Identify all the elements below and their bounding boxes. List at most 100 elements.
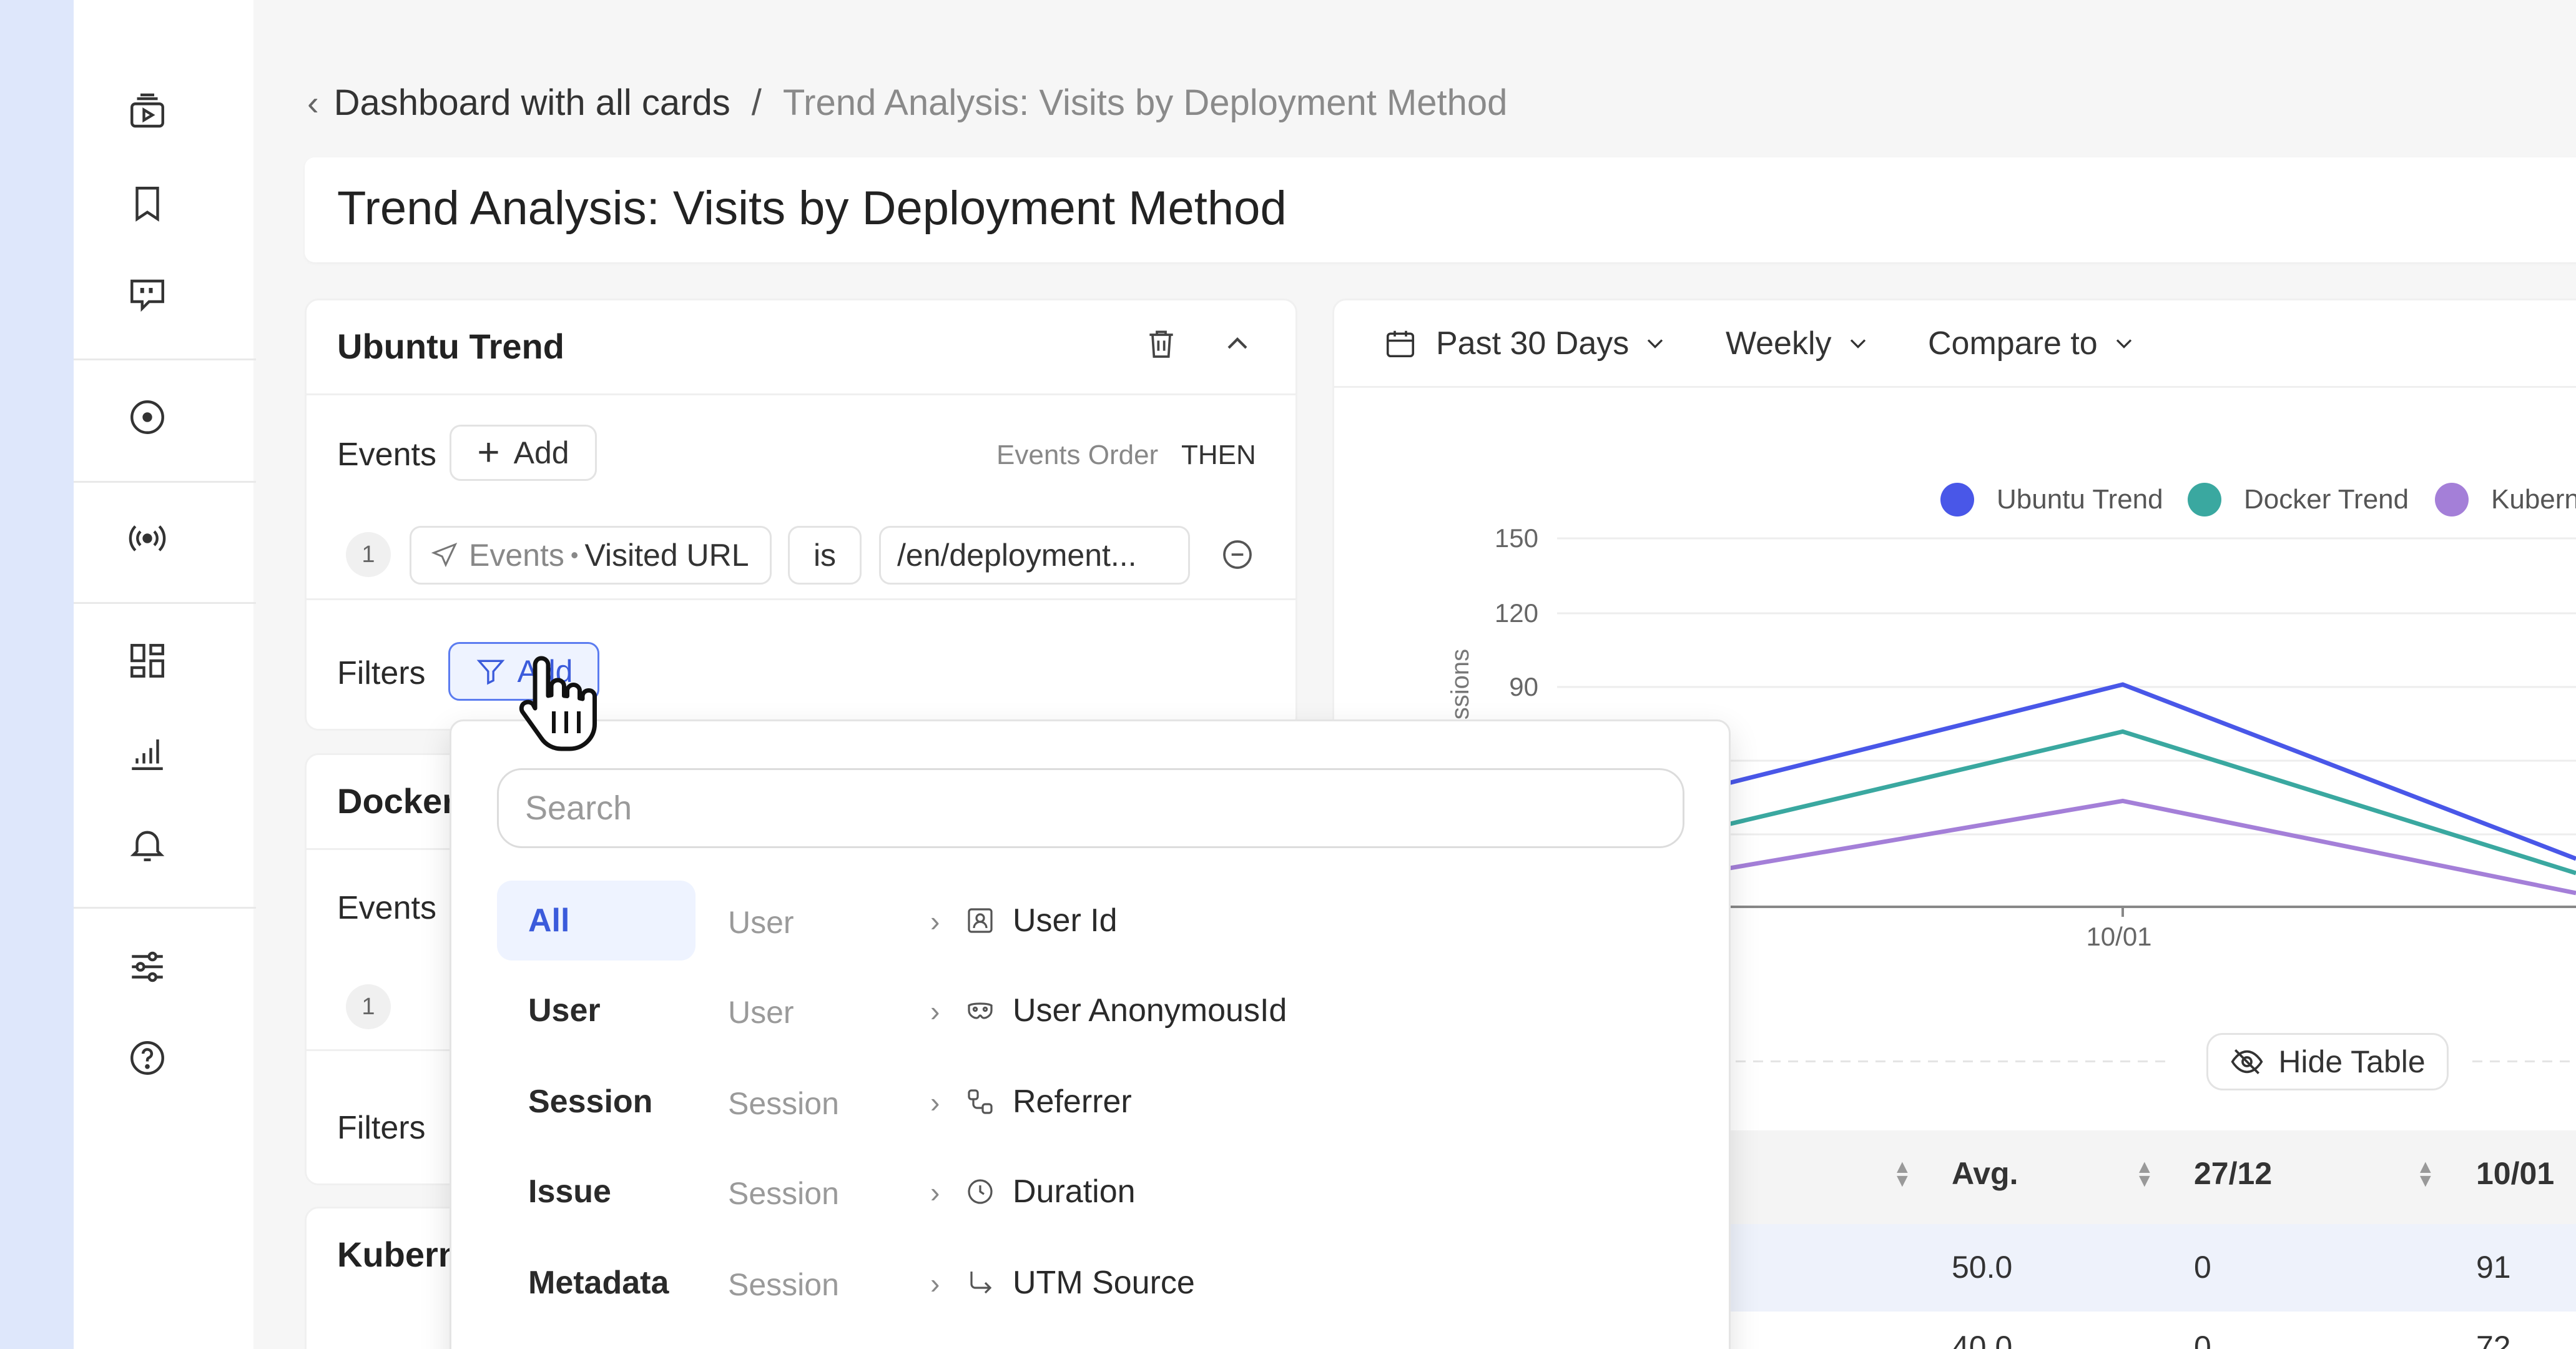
property-item-referrer[interactable]: Referrer — [965, 1083, 1132, 1120]
bell-icon[interactable] — [122, 819, 172, 869]
table-header-cell[interactable]: Avg. — [1952, 1155, 2018, 1192]
chevron-down-icon — [2116, 339, 2131, 348]
property-item-user-anonymousid[interactable]: User AnonymousId — [965, 992, 1287, 1029]
property-group-label: User — [728, 905, 794, 940]
event-index-badge: 1 — [346, 532, 391, 577]
series-card-title[interactable]: Ubuntu Trend — [337, 326, 564, 367]
property-group-label: Session — [728, 1086, 839, 1121]
search-input[interactable] — [497, 768, 1684, 848]
legend-swatch — [2188, 483, 2221, 516]
series-card-title[interactable]: Docker — [337, 781, 456, 821]
referrer-icon — [968, 1089, 993, 1114]
breadcrumb-separator: / — [751, 82, 762, 123]
series-card-title[interactable]: Kubern — [337, 1234, 460, 1275]
x-tick-label: 10/01 — [2086, 922, 2151, 951]
category-all[interactable]: All — [497, 881, 696, 961]
chevron-up-icon[interactable] — [1220, 326, 1260, 366]
category-user[interactable]: User — [497, 971, 696, 1050]
chart-toolbar-divider — [1334, 386, 2576, 388]
table-cell: 0 — [2194, 1330, 2211, 1349]
filters-label: Filters — [337, 655, 426, 691]
sliders-icon[interactable] — [122, 942, 172, 992]
property-group-label: Session — [728, 1267, 839, 1302]
events-order-label: Events Order — [996, 440, 1159, 470]
breadcrumb-parent-link[interactable]: Dashboard with all cards — [334, 82, 730, 124]
sidebar-divider — [74, 602, 256, 604]
events-label: Events — [337, 890, 436, 926]
event-value-input[interactable]: /en/deployment... — [879, 526, 1190, 585]
y-tick-label: 150 — [1495, 523, 1538, 553]
property-item-user-id[interactable]: User Id — [965, 902, 1118, 939]
property-item-utm-source[interactable]: UTM Source — [965, 1264, 1195, 1302]
sidebar-divider — [74, 358, 256, 360]
filters-label: Filters — [337, 1110, 426, 1146]
table-cell: 91 — [2476, 1250, 2511, 1285]
sort-icon[interactable]: ▲ ▼ — [2135, 1158, 2154, 1190]
send-icon — [431, 542, 458, 568]
event-index-badge: 1 — [346, 984, 391, 1029]
trash-icon[interactable] — [1144, 326, 1184, 366]
feedback-icon[interactable] — [122, 270, 172, 320]
arrow-corner-icon — [970, 1272, 992, 1294]
sort-icon[interactable]: ▲ ▼ — [1893, 1158, 1912, 1190]
clock-icon — [968, 1179, 993, 1204]
dashed-divider — [1736, 1060, 2173, 1062]
breadcrumb: ‹ Dashboard with all cards / Trend Analy… — [307, 80, 1507, 125]
table-cell: 0 — [2194, 1250, 2211, 1285]
left-accent-stripe — [0, 0, 74, 1349]
chevron-right-icon: › — [930, 1086, 940, 1119]
breadcrumb-current: Trend Analysis: Visits by Deployment Met… — [782, 82, 1508, 123]
sidebar-divider — [74, 481, 256, 483]
chevron-left-icon[interactable]: ‹ — [307, 82, 319, 123]
y-tick-label: 90 — [1509, 672, 1538, 701]
user-id-icon — [968, 908, 993, 933]
y-tick-label: 120 — [1495, 598, 1538, 628]
chevron-down-icon — [1648, 339, 1663, 348]
broadcast-icon[interactable] — [122, 513, 172, 563]
table-cell: 50.0 — [1952, 1250, 2013, 1285]
target-icon[interactable] — [122, 392, 172, 442]
session-replay-icon[interactable] — [122, 87, 172, 137]
hand-cursor-icon — [519, 656, 597, 751]
bar-chart-icon[interactable] — [122, 728, 172, 778]
operator-selector[interactable]: is — [788, 526, 862, 585]
table-cell: 72 — [2476, 1330, 2511, 1349]
date-range-selector[interactable]: Past 30 Days — [1384, 322, 1669, 365]
events-label: Events — [337, 437, 436, 473]
property-group-label: Session — [728, 1176, 839, 1211]
plus-icon: + — [477, 431, 500, 474]
page-title[interactable]: Trend Analysis: Visits by Deployment Met… — [337, 181, 1287, 235]
remove-circle-icon[interactable] — [1220, 537, 1257, 575]
compare-selector[interactable]: Compare to — [1928, 322, 2138, 365]
chevron-right-icon: › — [930, 905, 940, 937]
property-item-duration[interactable]: Duration — [965, 1173, 1136, 1210]
bookmark-icon[interactable] — [122, 179, 172, 229]
dashboard-icon[interactable] — [122, 636, 172, 686]
chevron-down-icon — [1850, 339, 1866, 348]
table-cell: 40.0 — [1952, 1330, 2013, 1349]
table-header-cell[interactable]: 27/12 — [2194, 1155, 2272, 1192]
card-divider — [306, 393, 1296, 395]
category-metadata[interactable]: Metadata — [497, 1243, 696, 1323]
hide-table-button[interactable]: Hide Table — [2206, 1033, 2449, 1090]
calendar-icon — [1386, 330, 1415, 358]
category-session[interactable]: Session — [497, 1062, 696, 1142]
table-header-cell[interactable]: 10/01 — [2476, 1155, 2554, 1192]
legend-swatch — [2435, 483, 2469, 516]
add-event-button[interactable]: + Add — [450, 425, 597, 481]
sort-icon[interactable]: ▲ ▼ — [2416, 1158, 2435, 1190]
card-divider — [306, 598, 1296, 600]
chevron-right-icon: › — [930, 1267, 940, 1300]
help-icon[interactable] — [122, 1033, 172, 1083]
property-group-label: User — [728, 995, 794, 1030]
event-property-selector[interactable]: Events • Visited URL — [410, 526, 772, 585]
events-order-value[interactable]: THEN — [1181, 440, 1256, 471]
granularity-selector[interactable]: Weekly — [1726, 322, 1872, 365]
category-issue[interactable]: Issue — [497, 1152, 696, 1232]
legend-swatch — [1940, 483, 1974, 516]
chevron-right-icon: › — [930, 1176, 940, 1208]
chevron-right-icon: › — [930, 995, 940, 1027]
sidebar-divider — [74, 907, 256, 909]
mask-icon — [968, 1002, 993, 1019]
eye-off-icon — [2231, 1049, 2263, 1074]
